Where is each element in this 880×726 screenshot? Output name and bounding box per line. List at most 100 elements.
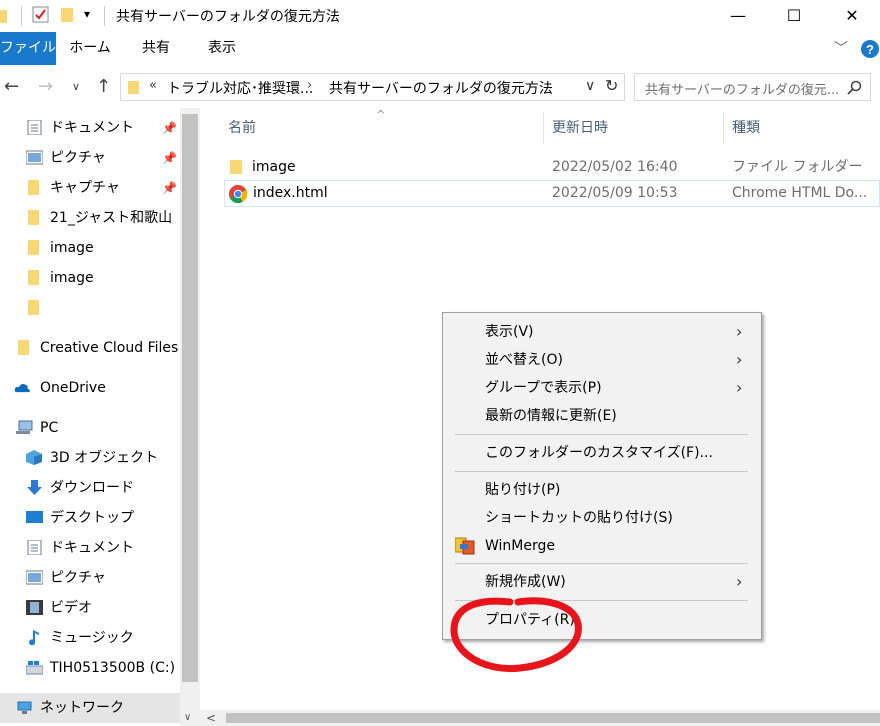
menu-label: 表示(V) xyxy=(485,324,534,340)
nav-item-pictures[interactable]: ピクチャ xyxy=(0,563,180,593)
close-button[interactable]: ✕ xyxy=(826,0,878,32)
nav-label: ビデオ xyxy=(50,600,92,616)
column-header-date[interactable]: 更新日時 xyxy=(552,108,608,148)
nav-item-network[interactable]: ネットワーク xyxy=(0,693,180,723)
document-icon xyxy=(27,120,42,135)
nav-item-music[interactable]: ミュージック xyxy=(0,623,180,653)
customize-quick-access-icon[interactable]: ▾ xyxy=(84,7,90,21)
nav-item-downloads[interactable]: ダウンロード xyxy=(0,473,180,503)
drive-icon xyxy=(26,661,43,675)
nav-item-videos[interactable]: ビデオ xyxy=(0,593,180,623)
video-icon xyxy=(26,600,43,615)
maximize-button[interactable]: ☐ xyxy=(768,0,820,32)
nav-label: ドキュメント xyxy=(50,540,134,556)
nav-label: ピクチャ xyxy=(50,570,106,586)
column-divider[interactable] xyxy=(543,112,544,144)
nav-label: ピクチャ xyxy=(50,150,106,166)
expand-ribbon-icon[interactable]: ﹀ xyxy=(834,38,848,58)
menu-label: 新規作成(W) xyxy=(485,574,566,590)
file-row-selected[interactable]: index.html 2022/05/09 10:53 Chrome HTML … xyxy=(224,180,880,207)
scroll-down-icon[interactable]: ∨ xyxy=(184,712,191,723)
chevron-down-icon[interactable]: ∨ xyxy=(585,78,595,94)
tab-view[interactable]: 表示 xyxy=(192,32,252,65)
svg-text:?: ? xyxy=(866,42,874,57)
minimize-button[interactable]: — xyxy=(712,0,764,32)
nav-item-creative-cloud[interactable]: Creative Cloud Files P xyxy=(0,333,180,363)
properties-icon[interactable] xyxy=(32,6,50,24)
submenu-arrow-icon: › xyxy=(736,572,743,591)
menu-item-paste[interactable]: 貼り付け(P) xyxy=(443,477,761,503)
folder-icon xyxy=(0,10,7,23)
search-icon[interactable] xyxy=(847,80,863,96)
submenu-arrow-icon: › xyxy=(736,322,743,341)
title-bar: ▾ 共有サーバーのフォルダの復元方法 — ☐ ✕ xyxy=(0,0,880,32)
pc-icon xyxy=(16,420,33,434)
address-bar[interactable]: « トラブル対応･推奨環... › 共有サーバーのフォルダの復元方法 ∨ ↻ xyxy=(120,73,625,101)
menu-separator xyxy=(455,471,748,472)
file-name: image xyxy=(252,159,296,175)
menu-item-group[interactable]: グループで表示(P) › xyxy=(443,375,761,401)
menu-label: WinMerge xyxy=(485,538,555,554)
picture-icon xyxy=(26,150,43,165)
column-header-type[interactable]: 種類 xyxy=(732,108,760,148)
path-overflow[interactable]: « xyxy=(149,78,157,93)
nav-item-onedrive[interactable]: OneDrive xyxy=(0,373,180,403)
nav-item-capture[interactable]: キャプチャ 📌 xyxy=(0,173,180,203)
nav-item-documents[interactable]: ドキュメント xyxy=(0,533,180,563)
nav-item-3d-objects[interactable]: 3D オブジェクト xyxy=(0,443,180,473)
menu-item-winmerge[interactable]: WinMerge xyxy=(443,533,761,559)
breadcrumb-current[interactable]: 共有サーバーのフォルダの復元方法 xyxy=(329,78,553,98)
document-icon xyxy=(27,540,42,555)
pin-icon: 📌 xyxy=(162,121,177,135)
forward-arrow-icon[interactable]: → xyxy=(38,76,53,97)
nav-item-image[interactable]: image xyxy=(0,263,180,293)
nav-label: ネットワーク xyxy=(40,700,124,716)
tab-file[interactable]: ファイル xyxy=(0,32,56,65)
nav-item-pc[interactable]: PC xyxy=(0,413,180,443)
horizontal-scrollbar-thumb[interactable] xyxy=(226,713,880,723)
nav-item-documents-pinned[interactable]: ドキュメント 📌 xyxy=(0,113,180,143)
file-type: Chrome HTML Do... xyxy=(732,185,868,201)
context-menu: 表示(V) › 並べ替え(O) › グループで表示(P) › 最新の情報に更新(… xyxy=(442,312,762,640)
menu-item-refresh[interactable]: 最新の情報に更新(E) xyxy=(443,403,761,429)
nav-label: キャプチャ xyxy=(50,180,120,196)
tab-share[interactable]: 共有 xyxy=(128,32,184,65)
nav-label: Creative Cloud Files P xyxy=(40,340,180,356)
download-icon xyxy=(27,480,42,495)
nav-item-just-wakayama[interactable]: 21_ジャスト和歌山 xyxy=(0,203,180,233)
menu-item-customize[interactable]: このフォルダーのカスタマイズ(F)... xyxy=(443,440,761,466)
tab-home[interactable]: ホーム xyxy=(60,32,120,65)
music-icon xyxy=(29,630,39,645)
menu-item-new[interactable]: 新規作成(W) › xyxy=(443,569,761,595)
search-input[interactable]: 共有サーバーのフォルダの復元... xyxy=(634,73,871,101)
nav-label: image xyxy=(50,270,94,286)
column-divider[interactable] xyxy=(723,112,724,144)
navigation-pane: ドキュメント 📌 ピクチャ 📌 キャプチャ 📌 21_ジャスト和歌山 image… xyxy=(0,108,200,726)
menu-item-view[interactable]: 表示(V) › xyxy=(443,319,761,345)
nav-item-image[interactable]: image xyxy=(0,233,180,263)
nav-item-drive-c[interactable]: TIH0513500B (C:) xyxy=(0,653,180,683)
scroll-left-icon[interactable]: < xyxy=(206,711,216,725)
nav-item-desktop[interactable]: デスクトップ xyxy=(0,503,180,533)
folder-icon xyxy=(28,210,39,225)
back-arrow-icon[interactable]: ← xyxy=(4,76,19,97)
recent-locations-icon[interactable]: ∨ xyxy=(72,80,80,93)
nav-scrollbar-thumb[interactable] xyxy=(182,114,198,682)
breadcrumb-parent[interactable]: トラブル対応･推奨環... xyxy=(167,78,313,98)
submenu-arrow-icon: › xyxy=(736,378,743,397)
menu-item-paste-shortcut[interactable]: ショートカットの貼り付け(S) xyxy=(443,505,761,531)
nav-label: ミュージック xyxy=(50,630,134,646)
menu-label: 最新の情報に更新(E) xyxy=(485,408,617,424)
refresh-icon[interactable]: ↻ xyxy=(605,76,618,95)
file-row[interactable]: image 2022/05/02 16:40 ファイル フォルダー xyxy=(224,154,880,181)
file-date: 2022/05/02 16:40 xyxy=(552,159,678,175)
menu-item-sort[interactable]: 並べ替え(O) › xyxy=(443,347,761,373)
up-arrow-icon[interactable]: ↑ xyxy=(96,76,111,97)
new-folder-icon[interactable] xyxy=(60,6,76,24)
nav-item-pictures-pinned[interactable]: ピクチャ 📌 xyxy=(0,143,180,173)
nav-label: TIH0513500B (C:) xyxy=(50,660,176,676)
breadcrumb-chevron-icon[interactable]: › xyxy=(307,78,312,93)
column-header-name[interactable]: 名前 xyxy=(228,108,256,148)
nav-item-unnamed-folder[interactable] xyxy=(0,293,180,323)
help-icon[interactable]: ? xyxy=(860,39,880,59)
